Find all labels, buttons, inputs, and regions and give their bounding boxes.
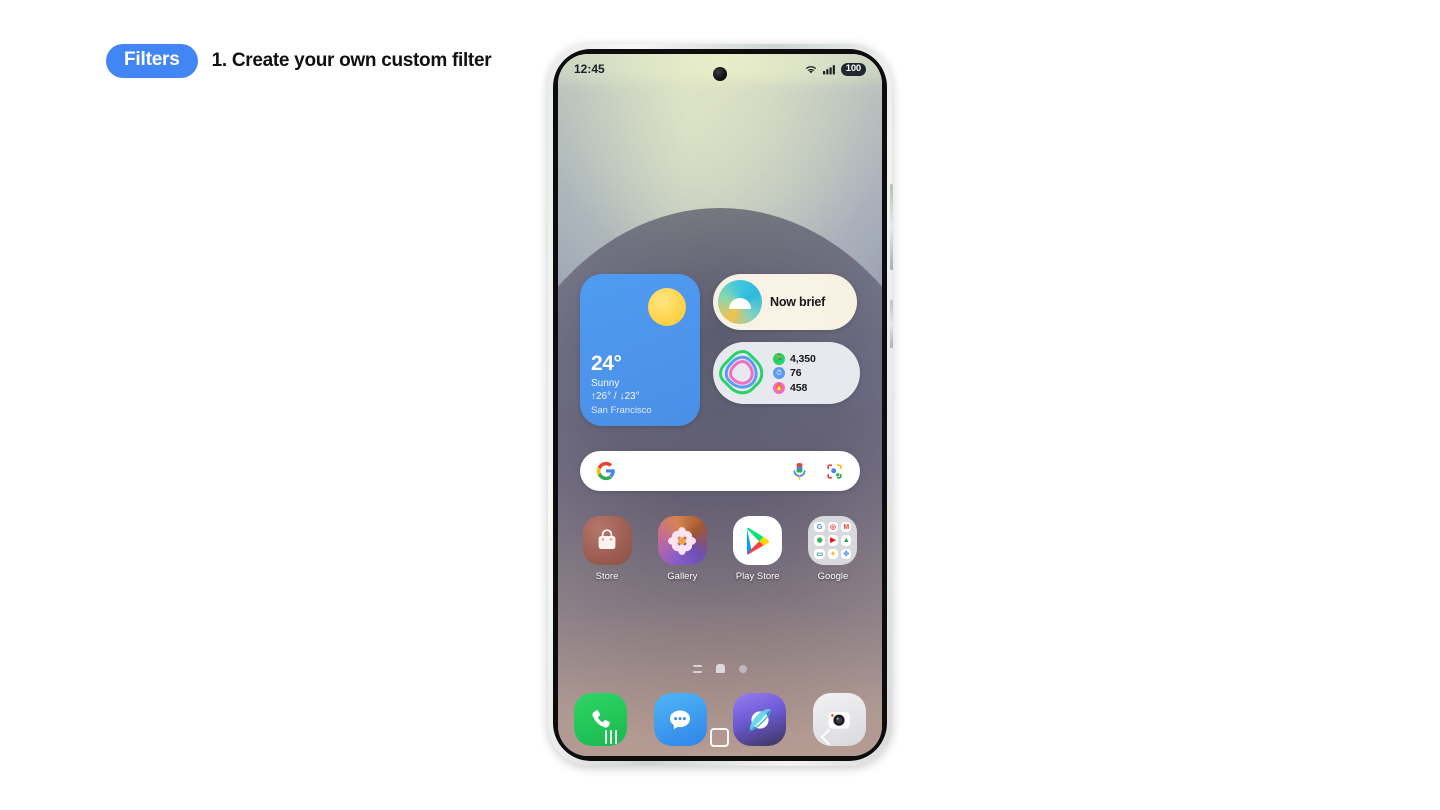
sun-icon [648, 288, 686, 326]
widget-row: 24° Sunny ↑26° / ↓23° San Francisco Now … [580, 274, 860, 426]
store-icon [582, 516, 632, 565]
app-grid: Store Gallery Play Store G ◎ M ◉ ▶ ▲ ▭ ✦… [574, 516, 866, 582]
photos-icon: ✦ [827, 548, 839, 559]
weather-temperature: 24° [591, 351, 622, 375]
filters-badge[interactable]: Filters [106, 44, 198, 78]
play-store-icon [733, 516, 783, 565]
google-lens-icon[interactable] [825, 462, 844, 481]
active-time-icon: ⏱ [773, 367, 785, 379]
meet-icon: ▭ [814, 548, 825, 559]
health-stat-active-time: ⏱ 76 [773, 367, 816, 379]
health-stats: 🏃 4,350 ⏱ 76 🔥 458 [773, 352, 816, 394]
chrome-icon: ◎ [827, 522, 839, 533]
app-gallery[interactable]: Gallery [649, 516, 715, 582]
google-g-icon [596, 461, 615, 481]
app-label: Store [595, 571, 619, 582]
weather-city: San Francisco [591, 405, 652, 416]
battery-indicator: 100 [840, 62, 866, 76]
weather-condition: Sunny [591, 378, 620, 389]
wifi-icon [805, 66, 816, 74]
calories-icon: 🔥 [773, 381, 785, 394]
page-indicators [558, 664, 882, 673]
gmail-icon: M [841, 522, 852, 533]
page-indicator-dot[interactable] [739, 664, 747, 673]
page-indicator-home[interactable] [716, 664, 725, 673]
maps-icon: ◉ [814, 535, 825, 546]
page-title: 1. Create your own custom filter [211, 49, 492, 71]
right-widget-column: Now brief 🏃 4,350 ⏱ 76 🔥 458 [713, 274, 860, 426]
google-search-bar[interactable] [580, 451, 860, 491]
search-actions [792, 462, 844, 481]
power-button[interactable] [890, 300, 893, 348]
gallery-icon [657, 516, 707, 565]
app-label: Play Store [735, 571, 780, 582]
microphone-icon[interactable] [792, 462, 807, 481]
phone-screen: 12:45 100 24° Sunny ↑26° / ↓23° San Fran… [558, 54, 882, 756]
weather-text: 24° Sunny ↑26° / ↓23° San Francisco [591, 352, 652, 416]
recents-icon[interactable] [604, 730, 617, 744]
drive-icon: ▲ [841, 535, 852, 546]
active-time-value: 76 [790, 367, 802, 379]
calories-value: 458 [790, 381, 808, 394]
app-google-folder[interactable]: G ◎ M ◉ ▶ ▲ ▭ ✦ ✜ Google [800, 516, 866, 582]
status-indicators: 100 [804, 62, 866, 76]
status-time: 12:45 [574, 62, 605, 76]
page-indicator-list[interactable] [693, 664, 702, 673]
folder-icon-grid: G ◎ M ◉ ▶ ▲ ▭ ✦ ✜ [808, 516, 857, 565]
volume-button[interactable] [890, 184, 893, 270]
now-brief-label: Now brief [770, 295, 826, 309]
weather-widget[interactable]: 24° Sunny ↑26° / ↓23° San Francisco [580, 274, 700, 426]
steps-value: 4,350 [790, 352, 816, 365]
health-stat-calories: 🔥 458 [773, 381, 816, 394]
health-widget[interactable]: 🏃 4,350 ⏱ 76 🔥 458 [713, 342, 860, 404]
now-brief-widget[interactable]: Now brief [713, 274, 857, 330]
app-store[interactable]: Store [574, 516, 640, 582]
google-search-icon: G [814, 522, 825, 533]
steps-icon: 🏃 [773, 352, 785, 365]
back-icon[interactable] [820, 728, 838, 746]
health-stat-steps: 🏃 4,350 [773, 352, 816, 365]
activity-rings-icon [713, 344, 771, 402]
front-camera-icon [713, 67, 727, 81]
youtube-icon: ▶ [827, 535, 839, 546]
signal-bars-icon [822, 64, 835, 75]
now-brief-icon [718, 280, 762, 324]
app-label: Gallery [667, 571, 698, 582]
home-icon[interactable] [710, 727, 730, 747]
weather-high-low: ↑26° / ↓23° [591, 391, 640, 402]
app-play-store[interactable]: Play Store [725, 516, 791, 582]
page-header: Filters 1. Create your own custom filter [106, 44, 492, 78]
google-folder-icon: G ◎ M ◉ ▶ ▲ ▭ ✦ ✜ [808, 516, 858, 565]
navigation-bar [558, 718, 882, 756]
play-games-icon: ✜ [841, 548, 852, 559]
phone-mockup: 12:45 100 24° Sunny ↑26° / ↓23° San Fran… [548, 44, 893, 766]
app-label: Google [817, 571, 849, 582]
